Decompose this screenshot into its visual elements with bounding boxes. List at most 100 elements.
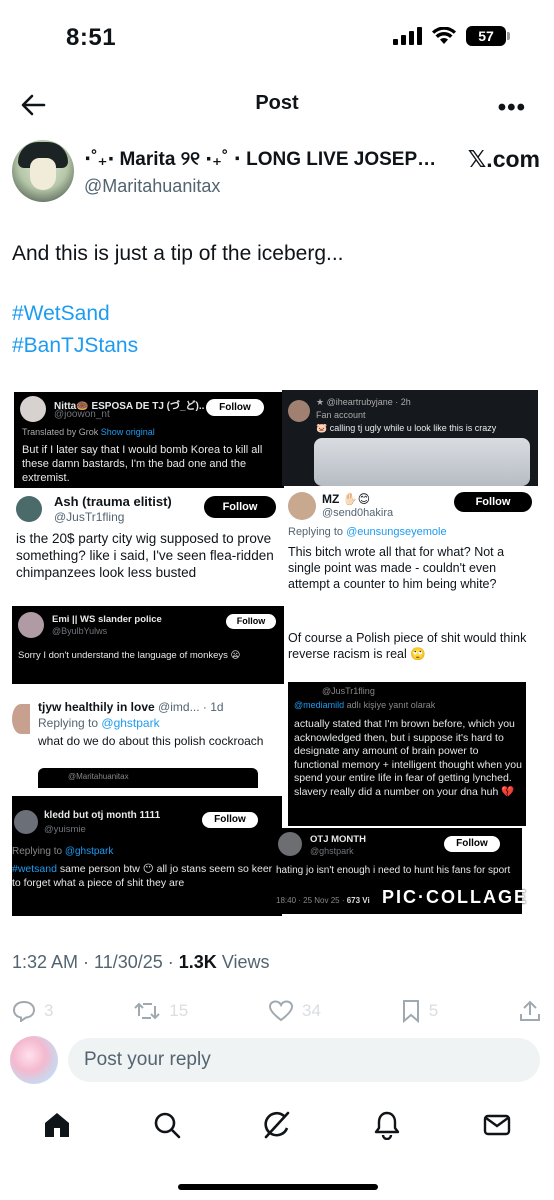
reply-context: @mediamild adlı kişiye yanıt olarak — [294, 700, 436, 710]
status-time: 8:51 — [66, 24, 117, 51]
search-icon[interactable] — [152, 1110, 182, 1140]
bookmark-count: 5 — [428, 1001, 439, 1020]
card-header: tjyw healthily in love @imd... · 1d — [38, 700, 224, 714]
hashtag-link[interactable]: #WetSand — [12, 298, 138, 330]
grok-icon[interactable] — [262, 1110, 292, 1140]
card-text: But if I later say that I would bomb Kor… — [22, 444, 263, 484]
card-handle: @joowon_nt — [54, 409, 110, 420]
share-icon — [519, 1000, 540, 1021]
post-author: ⋅˚₊‧ Marita ୨୧ ‧₊˚ ⋅ LONG LIVE JOSEPH...… — [12, 140, 542, 204]
bottom-tab-bar — [0, 1106, 554, 1146]
card-text: what do we do about this polish cockroac… — [38, 734, 264, 748]
attached-image — [314, 438, 530, 486]
avatar — [16, 496, 42, 522]
like-count: 34 — [301, 1001, 321, 1020]
follow-button: Follow — [206, 399, 264, 416]
card-text: hating jo isn't enough i need to hunt hi… — [276, 865, 511, 876]
screenshot-card: kledd but otj month 1111 @yuismie Follow… — [12, 796, 282, 916]
avatar — [278, 832, 302, 856]
post-actions: 3 15 34 5 — [12, 996, 542, 1026]
post-meta: 1:32 AM · 11/30/25 · 1.3K Views — [12, 952, 270, 973]
follow-button: Follow — [454, 492, 532, 512]
card-handle: @JusTr1fling — [54, 510, 125, 524]
reply-icon — [12, 1000, 36, 1022]
avatar — [20, 396, 46, 422]
notifications-icon[interactable] — [372, 1110, 402, 1140]
views-label: Views — [221, 952, 270, 972]
screenshot-card: @JusTr1fling @mediamild adlı kişiye yanı… — [288, 682, 526, 826]
messages-icon[interactable] — [482, 1110, 512, 1140]
home-indicator[interactable] — [178, 1184, 378, 1190]
card-name: MZ ✋🏻😊 — [322, 492, 371, 506]
card-handle: @send0hakira — [322, 507, 394, 519]
screenshot-card: tjyw healthily in love @imd... · 1d Repl… — [12, 696, 282, 788]
post-text: And this is just a tip of the iceberg... — [12, 242, 344, 265]
card-text: #wetsand same person btw 😶 all jo stans … — [12, 863, 275, 889]
screenshot-card: Nitta🍩 ESPOSA DE TJ (づ_ど)... @joowon_nt … — [14, 392, 286, 488]
card-text: actually stated that I'm brown before, w… — [294, 718, 522, 798]
card-meta: 18:40 · 25 Nov 25 · 673 Vi — [276, 896, 370, 905]
post-hashtags: #WetSand #BanTJStans — [12, 298, 138, 362]
status-indicators: 57 — [393, 26, 510, 46]
reply-input[interactable]: Post your reply — [68, 1038, 540, 1082]
bookmark-button[interactable]: 5 — [401, 996, 438, 1026]
avatar — [12, 704, 30, 734]
card-handle: @ByulbYulws — [52, 626, 108, 636]
replying-label: Replying to @ghstpark — [38, 716, 160, 730]
screenshot-card: Ash (trauma elitist) @JusTr1fling Follow… — [12, 488, 284, 604]
card-handle: @ghstpark — [310, 846, 354, 856]
replying-label: Replying to @ghstpark — [12, 846, 114, 857]
reply-button[interactable]: 3 — [12, 996, 53, 1026]
like-button[interactable]: 34 — [268, 996, 321, 1026]
follow-button: Follow — [444, 836, 500, 852]
avatar — [288, 492, 316, 520]
card-text: This bitch wrote all that for what? Not … — [288, 545, 505, 591]
avatar — [288, 400, 310, 422]
bookmark-icon — [402, 1000, 419, 1023]
heart-icon — [268, 1000, 293, 1022]
card-text: 🐷 calling tj ugly while u look like this… — [316, 423, 497, 433]
translated-label: Translated by Grok Show original — [22, 427, 155, 437]
post-image-collage[interactable]: Nitta🍩 ESPOSA DE TJ (づ_ど)... @joowon_nt … — [10, 390, 540, 916]
screenshot-card: MZ ✋🏻😊 @send0hakira Follow Replying to @… — [284, 486, 540, 676]
author-display-name[interactable]: ⋅˚₊‧ Marita ୨୧ ‧₊˚ ⋅ LONG LIVE JOSEPH... — [84, 148, 444, 171]
follow-button: Follow — [226, 614, 276, 629]
screenshot-card: Emi || WS slander police @ByulbYulws Fol… — [12, 606, 284, 684]
wifi-icon — [432, 27, 456, 44]
card-text: is the 20$ party city wig supposed to pr… — [16, 531, 274, 580]
current-user-avatar[interactable] — [10, 1036, 58, 1084]
source-badge: 𝕏.com — [467, 146, 540, 172]
author-avatar[interactable] — [12, 140, 74, 202]
card-name: ★ @iheartrubyjane · 2h — [316, 397, 411, 407]
card-name: kledd but otj month 1111 — [44, 810, 161, 821]
signal-icon — [393, 27, 422, 45]
reply-composer: Post your reply — [10, 1034, 544, 1088]
hashtag-link[interactable]: #BanTJStans — [12, 330, 138, 362]
follow-button: Follow — [204, 496, 276, 518]
card-text: Sorry I don't understand the language of… — [18, 650, 241, 661]
quoted-post: @Maritahuanitax — [38, 768, 258, 788]
card-handle: @JusTr1fling — [322, 686, 375, 696]
post-header: Post ••• — [0, 82, 554, 128]
avatar — [14, 810, 38, 834]
status-bar: 8:51 57 — [0, 0, 554, 70]
avatar — [18, 612, 44, 638]
card-text: Of course a Polish piece of shit would t… — [288, 631, 527, 661]
card-name: Emi || WS slander police — [52, 614, 162, 625]
repost-button[interactable]: 15 — [133, 996, 188, 1026]
card-name: OTJ MONTH — [310, 834, 366, 845]
repost-icon — [134, 1002, 160, 1020]
follow-button: Follow — [202, 812, 258, 828]
share-button[interactable] — [518, 996, 542, 1026]
reply-count: 3 — [44, 1001, 54, 1020]
card-name: Ash (trauma elitist) — [54, 494, 172, 509]
author-handle[interactable]: @Maritahuanitax — [84, 176, 220, 197]
collage-watermark: PIC·COLLAGE — [382, 887, 528, 907]
more-options-icon[interactable]: ••• — [498, 94, 526, 122]
views-count: 1.3K — [178, 952, 217, 972]
battery-icon: 57 — [466, 26, 510, 46]
home-icon[interactable] — [42, 1110, 72, 1140]
replying-label: Replying to @eunsungseyemole — [288, 526, 447, 538]
card-sub: Fan account — [316, 410, 366, 420]
repost-count: 15 — [169, 1001, 189, 1020]
